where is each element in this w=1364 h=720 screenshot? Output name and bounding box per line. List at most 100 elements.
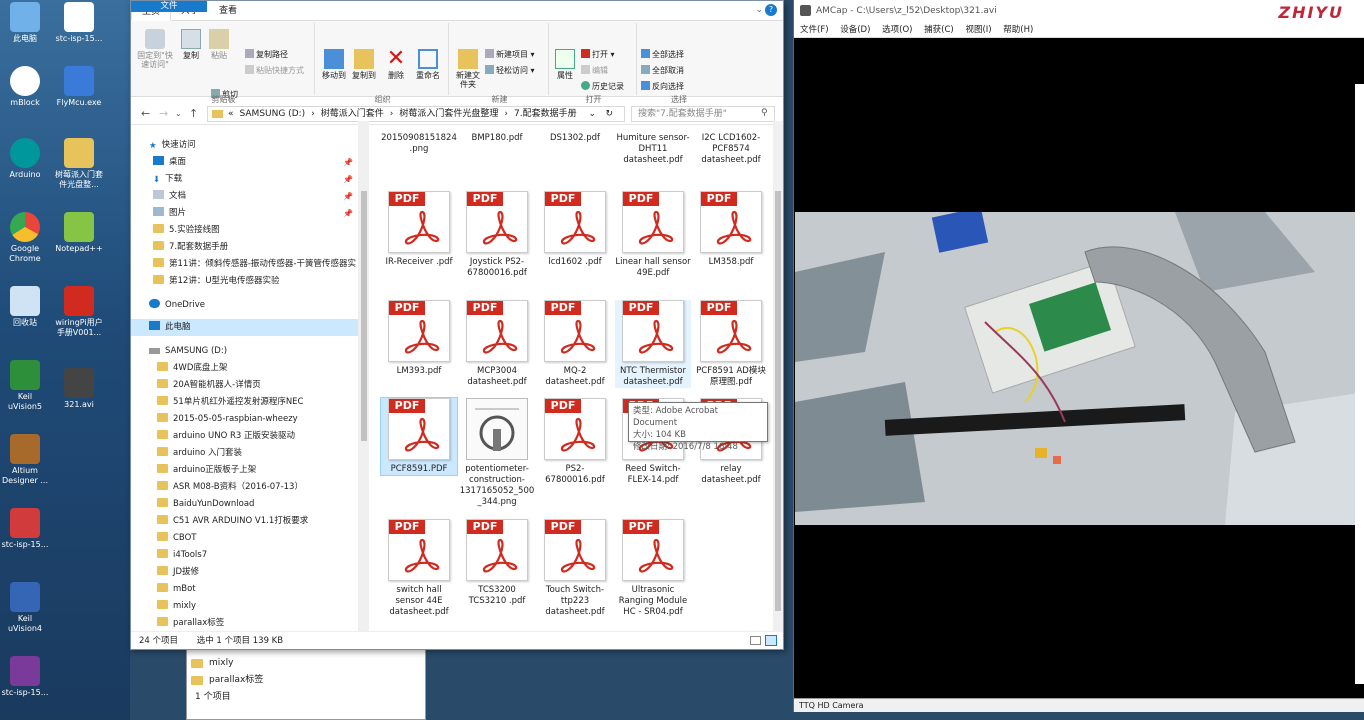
- menu-view[interactable]: 视图(I): [965, 25, 991, 35]
- nav-onedrive[interactable]: OneDrive: [131, 297, 358, 314]
- desktop-icon-wiringpi[interactable]: wiringPi用户手册V001...: [52, 286, 106, 338]
- move-to-button[interactable]: 移动到: [319, 49, 349, 80]
- nav-drive-folder[interactable]: arduino 入门套装: [131, 445, 358, 462]
- search-icon[interactable]: ⚲: [761, 108, 768, 118]
- nav-drive-folder[interactable]: 2015-05-05-raspbian-wheezy: [131, 411, 358, 428]
- nav-drive-folder[interactable]: CBOT: [131, 530, 358, 547]
- folder-row[interactable]: mixly: [187, 655, 425, 672]
- nav-qa-folder[interactable]: 7.配套数据手册: [131, 239, 358, 256]
- copy-to-button[interactable]: 复制到: [349, 49, 379, 80]
- large-icons-view-icon[interactable]: [765, 635, 777, 646]
- file-item[interactable]: PDF LM393.pdf: [381, 300, 457, 377]
- nav-this-pc[interactable]: 此电脑: [131, 319, 358, 336]
- desktop-icon-stc-isp-b[interactable]: stc-isp-15...: [0, 656, 50, 698]
- refresh-icon[interactable]: ↻: [605, 107, 613, 121]
- file-item[interactable]: DS1302.pdf: [537, 133, 613, 144]
- copy-button[interactable]: 复制: [179, 29, 203, 60]
- chevron-right-icon[interactable]: ›: [311, 109, 315, 119]
- desktop-icon-folder[interactable]: 树莓派入门套件光盘整...: [52, 138, 106, 190]
- nav-documents[interactable]: 文档 📌: [131, 188, 358, 205]
- properties-button[interactable]: 属性: [553, 49, 577, 80]
- nav-qa-folder[interactable]: 第11讲：倾斜传感器-振动传感器-干簧管传感器实: [131, 256, 358, 273]
- up-arrow-icon[interactable]: ↑: [189, 107, 198, 120]
- file-item[interactable]: BMP180.pdf: [459, 133, 535, 144]
- tab-file[interactable]: 文件: [131, 1, 207, 12]
- nav-drive-folder[interactable]: C51 AVR ARDUINO V1.1打板要求: [131, 513, 358, 530]
- file-item[interactable]: PDF switch hall sensor 44E datasheet.pdf: [381, 519, 457, 618]
- chevron-down-icon[interactable]: ⌄: [175, 109, 182, 118]
- delete-button[interactable]: ✕ 删除: [383, 48, 409, 81]
- tab-view[interactable]: 查看: [209, 1, 247, 21]
- desktop-icon-stc-isp-a[interactable]: stc-isp-15...: [0, 508, 50, 550]
- nav-drive-folder[interactable]: 20A智能机器人-详情页: [131, 377, 358, 394]
- pin-icon[interactable]: 📌: [343, 188, 353, 205]
- chevron-down-icon[interactable]: ⌄: [588, 107, 596, 121]
- new-folder-button[interactable]: 新建文件夹: [453, 49, 483, 89]
- nav-drive-folder[interactable]: mBot: [131, 581, 358, 598]
- file-item[interactable]: PDF Touch Switch-ttp223 datasheet.pdf: [537, 519, 613, 618]
- file-item[interactable]: PDF PS2-67800016.pdf: [537, 398, 613, 486]
- paste-button[interactable]: 粘贴: [207, 29, 231, 60]
- nav-drive-folder[interactable]: mixly: [131, 598, 358, 615]
- desktop-icon-arduino[interactable]: Arduino: [0, 138, 50, 180]
- file-item[interactable]: PDF LM358.pdf: [693, 191, 769, 268]
- breadcrumb-drive[interactable]: SAMSUNG (D:): [240, 109, 306, 119]
- nav-drive-folder[interactable]: BaiduYunDownload: [131, 496, 358, 513]
- nav-drive-folder[interactable]: ASR M08-B资料（2016-07-13）: [131, 479, 358, 496]
- nav-quick-access[interactable]: ★ 快速访问: [131, 137, 358, 154]
- file-item[interactable]: PDF Linear hall sensor 49E.pdf: [615, 191, 691, 279]
- breadcrumb-back[interactable]: «: [228, 109, 234, 119]
- menu-help[interactable]: 帮助(H): [1003, 25, 1033, 35]
- background-explorer-window[interactable]: mixly parallax标签 1 个项目: [186, 640, 426, 720]
- desktop-icon-mblock[interactable]: mBlock: [0, 66, 50, 108]
- paste-shortcut-button[interactable]: 粘贴快捷方式: [245, 65, 304, 77]
- edit-button[interactable]: 编辑: [581, 65, 608, 77]
- back-arrow-icon[interactable]: ←: [141, 107, 150, 120]
- details-view-icon[interactable]: [750, 636, 761, 645]
- file-item[interactable]: PDF NTC Thermistor datasheet.pdf: [615, 300, 691, 388]
- scrollbar-thumb[interactable]: [361, 191, 367, 441]
- nav-qa-folder[interactable]: 第12讲：U型光电传感器实验: [131, 273, 358, 290]
- nav-drive-folder[interactable]: arduino正版板子上架: [131, 462, 358, 479]
- nav-qa-folder[interactable]: 5.实验接线图: [131, 222, 358, 239]
- help-icon[interactable]: ?: [765, 4, 777, 16]
- file-item[interactable]: PDF Ultrasonic Ranging Module HC - SR04.p…: [615, 519, 691, 618]
- desktop-icon-flymcu[interactable]: FlyMcu.exe: [52, 66, 106, 108]
- new-item-button[interactable]: 新建项目 ▾: [485, 49, 535, 61]
- file-item[interactable]: PDF MCP3004 datasheet.pdf: [459, 300, 535, 388]
- nav-desktop[interactable]: 桌面 📌: [131, 154, 358, 171]
- pin-icon[interactable]: 📌: [343, 171, 353, 188]
- easy-access-button[interactable]: 轻松访问 ▾: [485, 65, 535, 77]
- menu-device[interactable]: 设备(D): [840, 25, 870, 35]
- nav-downloads[interactable]: ⬇ 下载 📌: [131, 171, 358, 188]
- desktop-icon-this-pc[interactable]: 此电脑: [0, 2, 50, 44]
- nav-scrollbar[interactable]: [359, 121, 369, 633]
- pin-quick-access-button[interactable]: 固定到"快速访问": [135, 29, 175, 69]
- file-item[interactable]: PDF PCF8591.PDF: [380, 397, 458, 476]
- file-item[interactable]: Humiture sensor-DHT11 datasheet.pdf: [615, 133, 691, 166]
- invert-selection-button[interactable]: 反向选择: [641, 81, 684, 93]
- file-item[interactable]: I2C LCD1602-PCF8574 datasheet.pdf: [693, 133, 769, 166]
- scrollbar-thumb[interactable]: [775, 191, 781, 611]
- breadcrumb-disk[interactable]: 树莓派入门套件光盘整理: [399, 109, 498, 119]
- file-item[interactable]: PDF IR-Receiver .pdf: [381, 191, 457, 268]
- nav-drive-folder[interactable]: arduino UNO R3 正版安装驱动: [131, 428, 358, 445]
- nav-drive-folder[interactable]: i4Tools7: [131, 547, 358, 564]
- search-input[interactable]: 搜索"7.配套数据手册": [631, 106, 775, 122]
- file-item[interactable]: PDF lcd1602 .pdf: [537, 191, 613, 268]
- menu-options[interactable]: 选项(O): [882, 25, 912, 35]
- desktop-icon-altium[interactable]: Altium Designer ...: [0, 434, 50, 486]
- file-item[interactable]: 20150908151824.png: [381, 133, 457, 155]
- desktop-icon-chrome[interactable]: Google Chrome: [0, 212, 50, 264]
- breadcrumb-kit[interactable]: 树莓派入门套件: [321, 109, 384, 119]
- file-item[interactable]: PDF Joystick PS2-67800016.pdf: [459, 191, 535, 279]
- nav-drive-folder[interactable]: parallax标签: [131, 615, 358, 632]
- files-scrollbar[interactable]: [773, 121, 783, 633]
- chevron-right-icon[interactable]: ›: [390, 109, 394, 119]
- desktop-icon-recycle-bin[interactable]: 回收站: [0, 286, 50, 328]
- breadcrumb-current[interactable]: 7.配套数据手册: [514, 109, 577, 119]
- nav-drive-folder[interactable]: 4WD底盘上架: [131, 360, 358, 377]
- chevron-right-icon[interactable]: ›: [504, 109, 508, 119]
- desktop-icon-keil4[interactable]: Keil uVision4: [0, 582, 50, 634]
- file-item[interactable]: PDF MQ-2 datasheet.pdf: [537, 300, 613, 388]
